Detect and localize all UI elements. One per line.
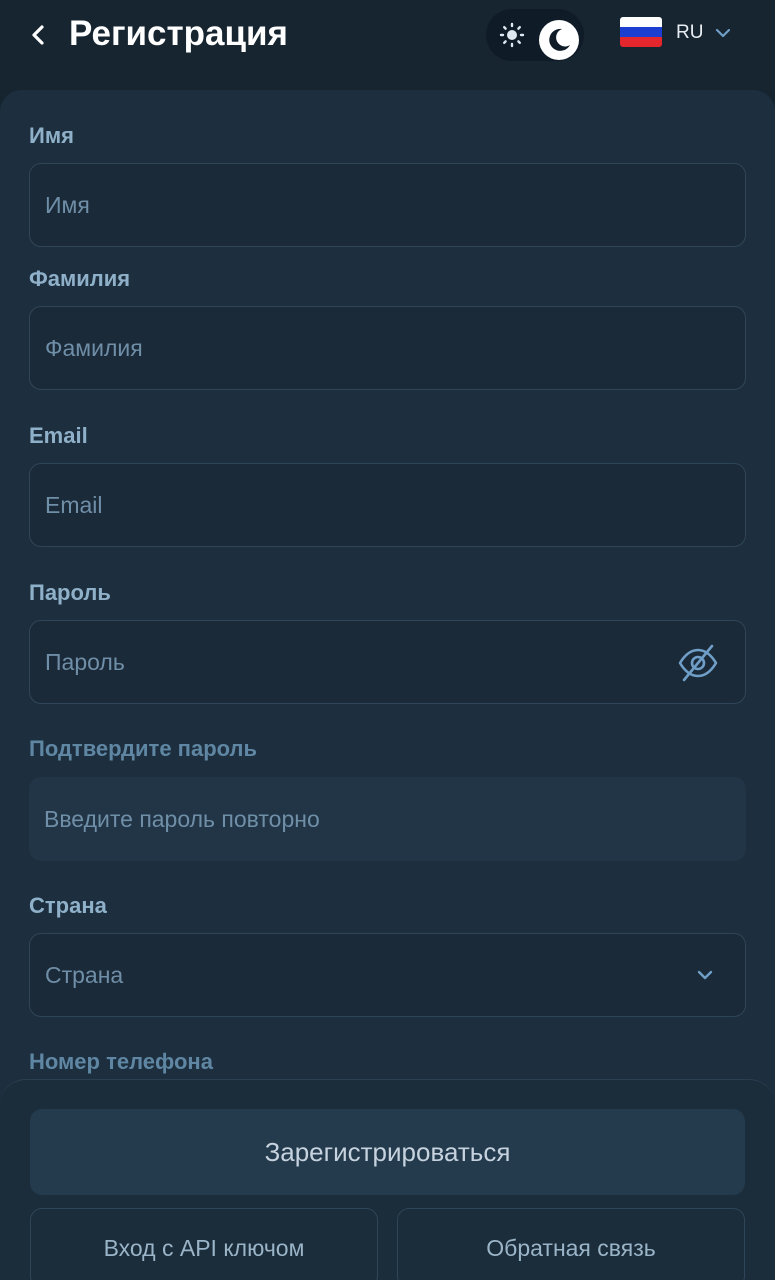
dark-mode-option[interactable] [539, 20, 579, 60]
email-field[interactable] [29, 463, 746, 547]
eye-off-icon[interactable] [677, 643, 719, 683]
last-name-input[interactable] [45, 307, 685, 389]
country-select[interactable]: Страна [29, 933, 746, 1017]
first-name-input[interactable] [45, 164, 685, 246]
light-mode-option[interactable] [496, 19, 528, 51]
password-input[interactable] [45, 621, 685, 703]
flag-stripe-blue [620, 27, 662, 37]
feedback-button[interactable]: Обратная связь [397, 1208, 745, 1280]
country-label: Страна [29, 893, 107, 918]
email-input[interactable] [45, 464, 685, 546]
moon-icon [549, 28, 570, 51]
confirm-password-input[interactable] [44, 777, 684, 861]
registration-screen: Регистрация RU Имя Имя Фамилия Фамилия E… [0, 0, 775, 1280]
language-code: RU [676, 22, 704, 43]
top-bar: Регистрация RU [0, 0, 775, 90]
register-button[interactable]: Зарегистрироваться [30, 1109, 745, 1195]
russia-flag-icon [620, 17, 662, 47]
password-label: Пароль [29, 580, 111, 605]
email-label: Email [29, 423, 88, 448]
api-key-login-button[interactable]: Вход с API ключом [30, 1208, 378, 1280]
chevron-down-icon [697, 970, 713, 980]
bottom-action-panel: Зарегистрироваться Вход с API ключом Обр… [0, 1079, 775, 1280]
chevron-down-icon [715, 28, 731, 38]
page-title: Регистрация [69, 14, 288, 53]
flag-stripe-red [620, 37, 662, 47]
country-selected-value: Страна [45, 962, 124, 988]
password-field[interactable] [29, 620, 746, 704]
chevron-left-icon [32, 25, 44, 45]
sun-icon [499, 22, 525, 48]
confirm-password-label: Подтвердите пароль [29, 736, 258, 761]
last-name-label: Фамилия [29, 266, 131, 291]
flag-stripe-white [620, 17, 662, 27]
phone-label: Номер телефона [29, 1049, 213, 1074]
back-button[interactable] [22, 18, 56, 52]
confirm-password-field[interactable] [29, 777, 746, 861]
first-name-field[interactable] [29, 163, 746, 247]
first-name-label: Имя [29, 123, 74, 148]
theme-toggle[interactable] [486, 9, 584, 61]
last-name-field[interactable] [29, 306, 746, 390]
language-selector[interactable]: RU [618, 14, 748, 54]
